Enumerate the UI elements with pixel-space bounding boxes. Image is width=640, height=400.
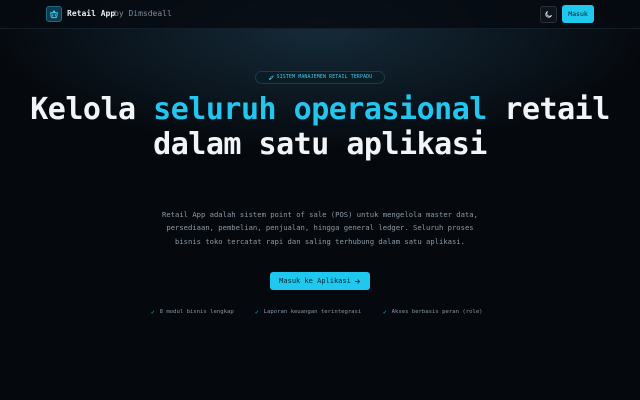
feature-list: ✓ 8 modul bisnis lengkap ✓ Laporan keuan… [0,307,640,317]
theme-toggle-button[interactable] [540,6,557,23]
feature-item: ✓ Laporan keuangan terintegrasi [255,307,361,317]
feature-label: Laporan keuangan terintegrasi [263,309,362,315]
title-part-1: Kelola [30,92,154,127]
enter-app-button[interactable]: Masuk ke Aplikasi [270,272,370,290]
feature-label: Akses berbasis peran (role) [391,309,483,315]
feature-label: 8 modul bisnis lengkap [159,309,234,315]
moon-icon [545,11,552,18]
hero-description: Retail App adalah sistem point of sale (… [162,210,478,246]
brand-name: Retail App [67,9,116,18]
top-navbar: Retail App by Dimsdeall Masuk [0,0,640,29]
check-icon: ✓ [383,308,387,316]
check-icon: ✓ [255,308,259,316]
feature-item: ✓ 8 modul bisnis lengkap [151,307,234,317]
cta-label: Masuk ke Aplikasi [279,277,351,285]
arrow-right-icon [354,278,360,284]
feature-item: ✓ Akses berbasis peran (role) [383,307,483,317]
title-accent: seluruh operasional [153,92,487,127]
hero-title: Kelola seluruh operasional retail dalam … [0,92,640,162]
rocket-icon [268,74,274,80]
check-icon: ✓ [151,308,155,316]
badge-text: SISTEM MANAJEMEN RETAIL TERPADU [276,75,373,80]
shopping-basket-icon [46,6,62,22]
brand-author: by Dimsdeall [114,9,172,18]
hero-badge: SISTEM MANAJEMEN RETAIL TERPADU [255,71,385,84]
login-button[interactable]: Masuk [562,5,594,23]
